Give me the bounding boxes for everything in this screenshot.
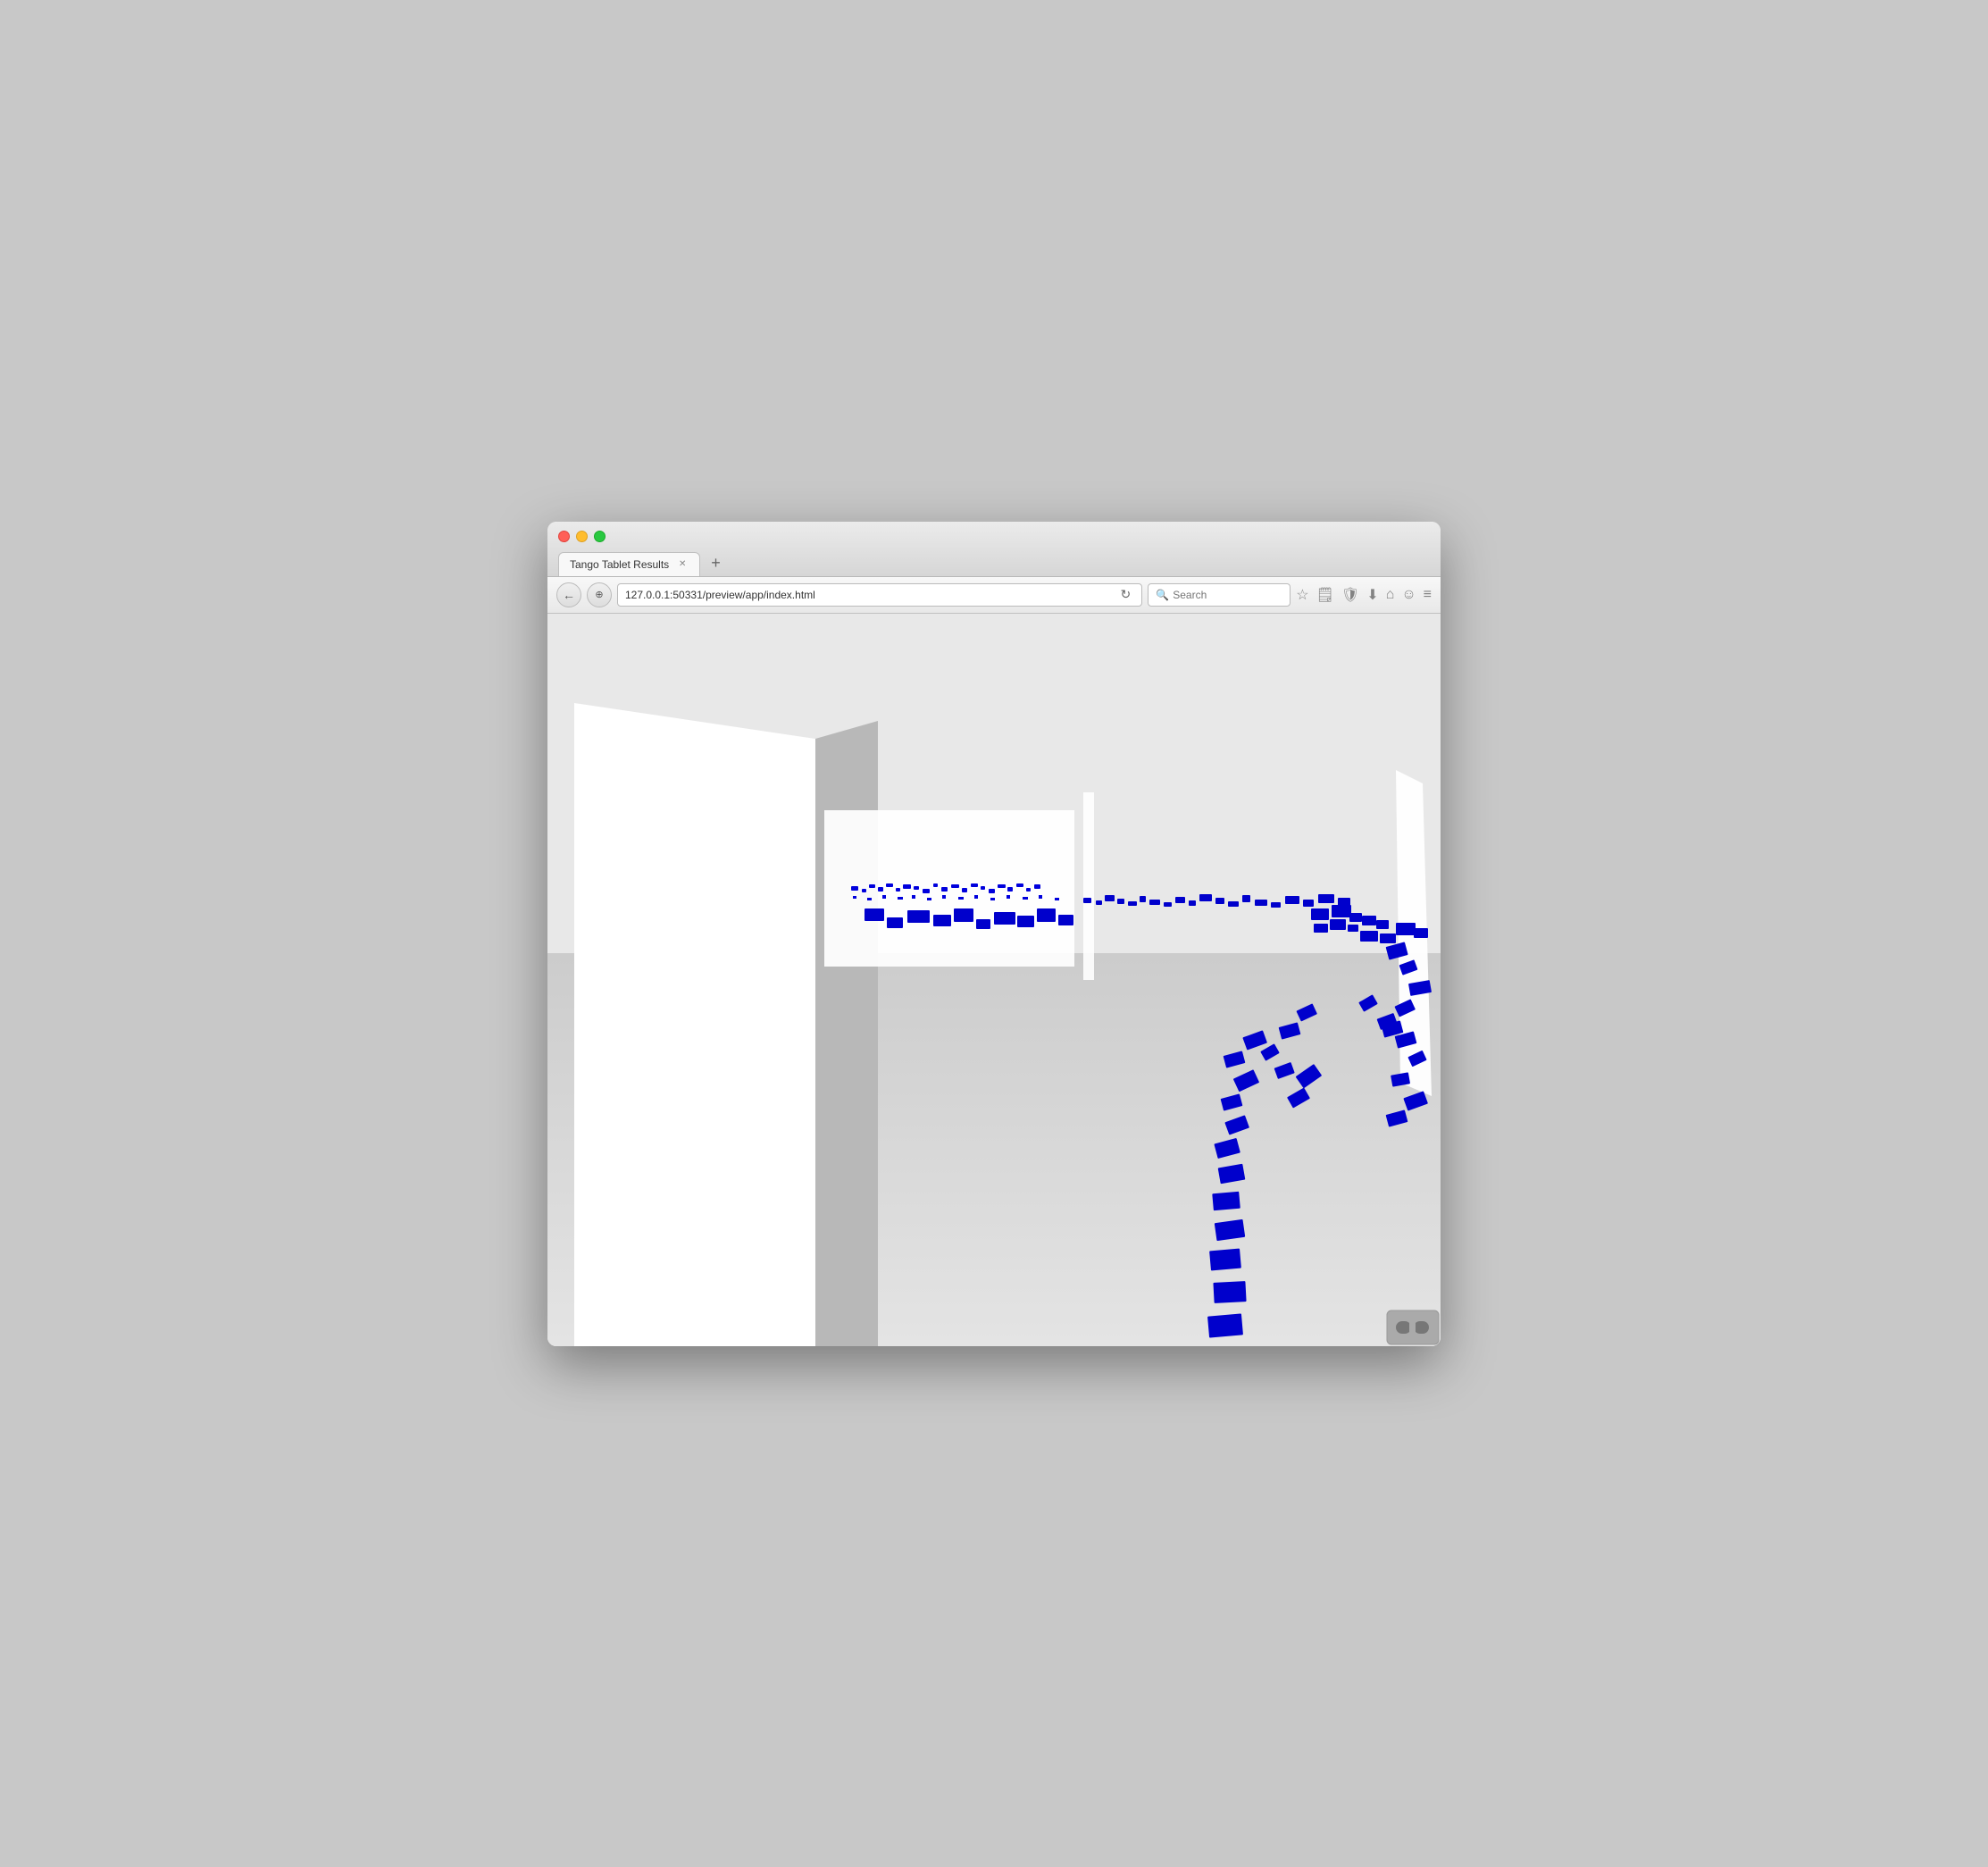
scene-svg <box>547 614 1441 1346</box>
download-icon[interactable]: ⬇ <box>1366 586 1378 604</box>
content-area <box>547 614 1441 1346</box>
shield-icon[interactable]: 🛡 <box>1341 586 1359 604</box>
reader-icon[interactable]: 🗒 <box>1316 586 1334 604</box>
bookmark-icon[interactable]: ☆ <box>1296 586 1308 604</box>
tab-title: Tango Tablet Results <box>570 558 669 571</box>
browser-window: Tango Tablet Results ✕ + ← ⊕ ↻ 🔍 ☆ 🗒 🛡 ⬇… <box>547 522 1441 1346</box>
toolbar-icons: ☆ 🗒 🛡 ⬇ ⌂ ☺ ≡ <box>1296 586 1432 604</box>
minimize-button[interactable] <box>576 531 588 542</box>
url-input[interactable] <box>625 589 1117 601</box>
search-bar[interactable]: 🔍 <box>1148 583 1291 607</box>
history-button[interactable]: ⊕ <box>587 582 612 607</box>
maximize-button[interactable] <box>594 531 606 542</box>
back-icon: ← <box>563 588 575 602</box>
search-input[interactable] <box>1173 589 1282 601</box>
history-icon: ⊕ <box>595 589 603 600</box>
address-bar[interactable]: ↻ <box>617 583 1142 607</box>
menu-icon[interactable]: ≡ <box>1424 587 1432 603</box>
back-button[interactable]: ← <box>556 582 581 607</box>
tab-active[interactable]: Tango Tablet Results ✕ <box>558 552 700 576</box>
smiley-icon[interactable]: ☺ <box>1401 587 1416 603</box>
search-icon: 🔍 <box>1156 589 1169 601</box>
toolbar: ← ⊕ ↻ 🔍 ☆ 🗒 🛡 ⬇ ⌂ ☺ ≡ <box>547 577 1441 614</box>
home-icon[interactable]: ⌂ <box>1386 587 1395 603</box>
title-bar: Tango Tablet Results ✕ + <box>547 522 1441 577</box>
close-button[interactable] <box>558 531 570 542</box>
tab-close-icon[interactable]: ✕ <box>676 558 689 571</box>
reload-icon[interactable]: ↻ <box>1117 587 1135 602</box>
new-tab-button[interactable]: + <box>702 549 730 576</box>
tabs-row: Tango Tablet Results ✕ + <box>558 549 1430 576</box>
traffic-lights <box>558 531 1430 542</box>
